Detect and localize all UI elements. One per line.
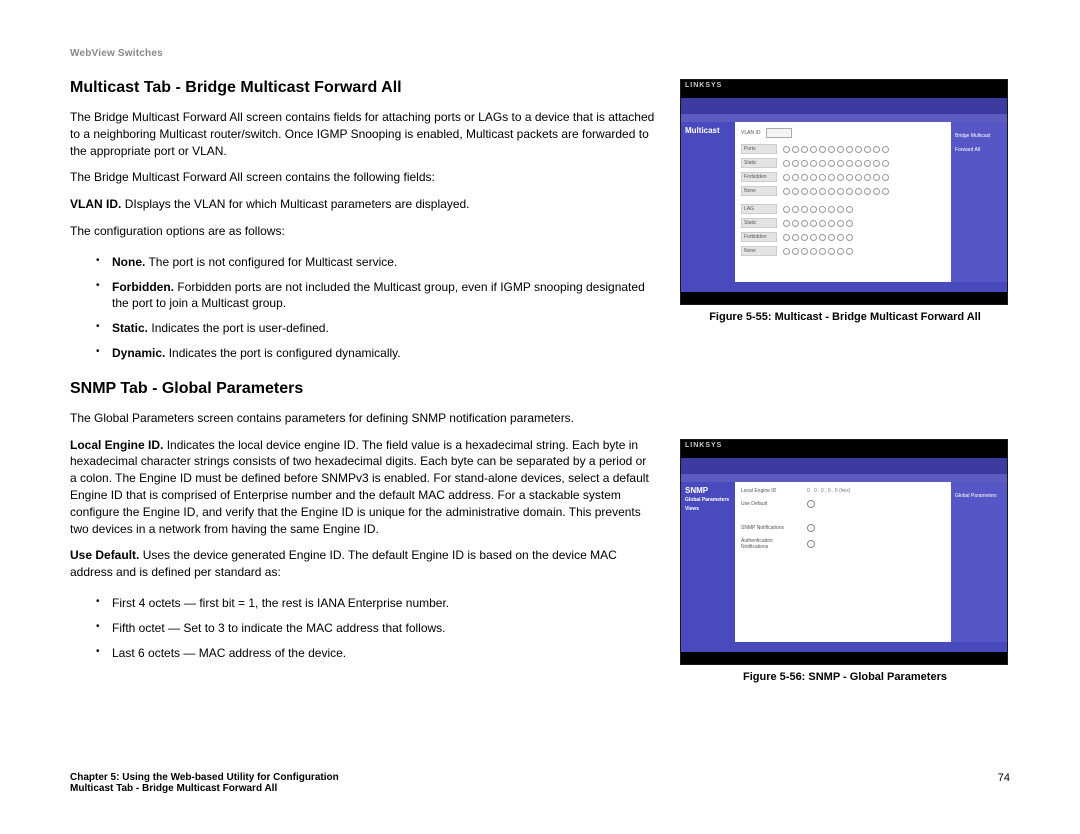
row-label: None [741,186,777,196]
table-row: Forbidden [741,232,945,242]
left-panel: SNMP Global Parameters Views [681,482,735,642]
vlan-id-select [766,128,792,138]
figure-5-56: LINKSYS SNMP Global Parameters Views [680,439,1010,683]
sub-nav-bar [681,474,1007,482]
octet-list: First 4 octets — first bit = 1, the rest… [70,591,656,665]
opt-forbidden-desc: Forbidden ports are not included the Mul… [112,280,645,311]
right-panel: Global Parameters [951,482,1007,642]
table-row: Use Default [741,500,945,508]
vlan-id-mini-label: VLAN ID [741,130,760,136]
row-label: Authentication Notifications [741,538,795,550]
bottom-bar [681,642,1007,652]
figure-5-56-caption: Figure 5-56: SNMP - Global Parameters [680,671,1010,683]
brand-bar: LINKSYS [681,440,1007,458]
list-item: Last 6 octets — MAC address of the devic… [70,641,656,666]
opt-dynamic-desc: Indicates the port is configured dynamic… [169,346,401,360]
right-panel-title: Global Parameters [955,493,997,499]
row-label: Forbidden [741,232,777,242]
row-label: Static [741,218,777,228]
vlan-id-desc: DIsplays the VLAN for which Multicast pa… [125,197,470,211]
center-panel: VLAN ID Ports Static Forbidden None LAG … [735,122,951,282]
snmp-heading: SNMP Tab - Global Parameters [70,380,656,398]
radio-icon [807,500,815,508]
row-label: None [741,246,777,256]
right-panel: Bridge Multicast Forward All [951,122,1007,282]
bottom-bar [681,282,1007,292]
table-row: Forbidden [741,172,945,182]
table-row: Static [741,218,945,228]
opt-static-label: Static. [112,321,148,335]
options-intro: The configuration options are as follows… [70,223,656,240]
use-default-desc: Uses the device generated Engine ID. The… [70,548,617,579]
list-item: Fifth octet — Set to 3 to indicate the M… [70,616,656,641]
nav-bar [681,458,1007,474]
nav-bar [681,98,1007,114]
row-label: SNMP Notifications [741,525,795,531]
main-column: Multicast Tab - Bridge Multicast Forward… [70,79,656,699]
opt-none-desc: The port is not configured for Multicast… [148,255,397,269]
table-row: Authentication Notifications [741,538,945,550]
multicast-options-list: None. The port is not configured for Mul… [70,250,656,366]
footer-sub: Multicast Tab - Bridge Multicast Forward… [70,783,339,794]
figure-5-55: LINKSYS Multicast VLAN ID [680,79,1010,323]
vlan-id-label: VLAN ID. [70,197,121,211]
local-engine-desc: Indicates the local device engine ID. Th… [70,438,649,536]
list-item: First 4 octets — first bit = 1, the rest… [70,591,656,616]
side-column: LINKSYS Multicast VLAN ID [680,79,1010,699]
multicast-heading: Multicast Tab - Bridge Multicast Forward… [70,79,656,97]
left-panel: Multicast [681,122,735,282]
local-engine-label: Local Engine ID. [70,438,163,452]
table-row: None [741,186,945,196]
page-header: WebView Switches [70,48,1010,59]
left-panel-subitems [685,141,731,148]
list-item: Dynamic. Indicates the port is configure… [70,341,656,366]
footer-chapter: Chapter 5: Using the Web-based Utility f… [70,772,339,783]
radio-icon [807,524,815,532]
table-row: SNMP Notifications [741,524,945,532]
sub-nav-bar [681,114,1007,122]
left-panel-title: Multicast [685,126,720,135]
row-label: LAG [741,204,777,214]
table-row: Ports [741,144,945,154]
opt-dynamic-label: Dynamic. [112,346,165,360]
left-panel-item: Global Parameters [685,497,731,504]
table-row: None [741,246,945,256]
list-item: Forbidden. Forbidden ports are not inclu… [70,275,656,317]
brand-bar: LINKSYS [681,80,1007,98]
radio-icon [807,540,815,548]
list-item: Static. Indicates the port is user-defin… [70,316,656,341]
center-panel: Local Engine ID 0 . 0 . 0 . 0 . 0 (hex) … [735,482,951,642]
left-panel-title: SNMP [685,486,708,495]
vlan-id-field: VLAN ID. DIsplays the VLAN for which Mul… [70,196,656,213]
row-label: Ports [741,144,777,154]
list-item: None. The port is not configured for Mul… [70,250,656,275]
use-default-field: Use Default. Uses the device generated E… [70,547,656,581]
opt-none-label: None. [112,255,145,269]
row-value: 0 . 0 . 0 . 0 . 0 (hex) [807,488,850,494]
snmp-intro: The Global Parameters screen contains pa… [70,410,656,427]
footer-bar [681,652,1007,664]
left-panel-item: Views [685,506,731,513]
row-label: Local Engine ID [741,488,795,494]
page-number: 74 [998,772,1010,784]
footer-bar [681,292,1007,304]
table-row: Local Engine ID 0 . 0 . 0 . 0 . 0 (hex) [741,488,945,494]
table-row: Static [741,158,945,168]
row-label: Static [741,158,777,168]
use-default-label: Use Default. [70,548,139,562]
figure-5-56-image: LINKSYS SNMP Global Parameters Views [680,439,1008,665]
figure-5-55-image: LINKSYS Multicast VLAN ID [680,79,1008,305]
right-panel-title: Bridge Multicast Forward All [955,133,991,153]
row-label: Forbidden [741,172,777,182]
page-footer: Chapter 5: Using the Web-based Utility f… [70,772,1010,794]
figure-5-55-caption: Figure 5-55: Multicast - Bridge Multicas… [680,311,1010,323]
opt-static-desc: Indicates the port is user-defined. [151,321,328,335]
opt-forbidden-label: Forbidden. [112,280,174,294]
multicast-intro: The Bridge Multicast Forward All screen … [70,109,656,159]
local-engine-field: Local Engine ID. Indicates the local dev… [70,437,656,538]
multicast-fields-intro: The Bridge Multicast Forward All screen … [70,169,656,186]
row-label: Use Default [741,501,795,507]
table-row: LAG [741,204,945,214]
